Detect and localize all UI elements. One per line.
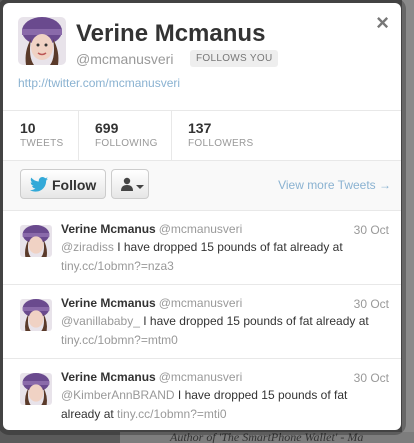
tweet-author-name: Verine Mcmanus [61,370,156,384]
profile-popup: × Verine Mcmanus @mcmanusveri FOLLOWS YO… [3,3,401,430]
avatar[interactable] [20,225,52,257]
tweet-author-name: Verine Mcmanus [61,222,156,236]
tweet-date[interactable]: 30 Oct [354,371,389,385]
profile-url-link[interactable]: http://twitter.com/mcmanusveri [18,76,180,90]
stat-following[interactable]: 699 FOLLOWING [95,120,158,149]
tweet-item[interactable]: Verine Mcmanus @mcmanusveri 30 Oct @vanil… [3,285,401,359]
tweet-author-name: Verine Mcmanus [61,296,156,310]
tweet-body: I have dropped 15 pounds of fat already … [113,240,343,254]
caret-down-icon [136,179,144,197]
tweet-date[interactable]: 30 Oct [354,223,389,237]
tweet-list: Verine Mcmanus @mcmanusveri 30 Oct @zirad… [3,211,401,430]
tweet-url-link[interactable]: tiny.cc/1obmn?=mti0 [117,407,227,421]
stat-tweets-label: TWEETS [20,138,64,149]
tweet-mention-link[interactable]: @KimberAnnBRAND [61,388,175,402]
tweet-item[interactable]: Verine Mcmanus @mcmanusveri 30 Oct @Kimbe… [3,359,401,430]
avatar[interactable] [20,373,52,405]
tweet-text: @ziradiss I have dropped 15 pounds of fa… [61,238,381,276]
user-icon [120,177,134,196]
twitter-bird-icon [30,177,48,197]
tweet-author[interactable]: Verine Mcmanus @mcmanusveri [61,222,242,236]
tweet-date[interactable]: 30 Oct [354,297,389,311]
tweet-author[interactable]: Verine Mcmanus @mcmanusveri [61,370,242,384]
tweet-mention-link[interactable]: @ziradiss [61,240,114,254]
tweet-text: @KimberAnnBRAND I have dropped 15 pounds… [61,386,381,424]
profile-header: Verine Mcmanus @mcmanusveri FOLLOWS YOU … [3,3,401,110]
tweet-url-link[interactable]: tiny.cc/1obmn?=mtm0 [61,333,178,347]
profile-handle[interactable]: @mcmanusveri [76,51,173,67]
follow-button[interactable]: Follow [20,169,106,199]
actions-bar: Follow View more Tweets → [3,161,401,211]
tweet-author[interactable]: Verine Mcmanus @mcmanusveri [61,296,242,310]
tweet-url-link[interactable]: tiny.cc/1obmn?=nza3 [61,259,174,273]
stat-followers[interactable]: 137 FOLLOWERS [188,120,254,149]
stat-followers-label: FOLLOWERS [188,138,254,149]
background-bottom-text: Author of 'The SmartPhone Wallet' - Ma [120,432,414,443]
tweet-author-handle: @mcmanusveri [158,222,243,236]
view-more-tweets-link[interactable]: View more Tweets → [278,178,391,192]
stat-tweets-count: 10 [20,120,36,136]
tweet-author-handle: @mcmanusveri [158,370,243,384]
stat-tweets[interactable]: 10 TWEETS [20,120,63,149]
stat-followers-count: 137 [188,120,212,136]
tweet-item[interactable]: Verine Mcmanus @mcmanusveri 30 Oct @zirad… [3,211,401,285]
divider [78,111,79,160]
user-actions-dropdown[interactable] [111,169,149,199]
follow-button-label: Follow [52,177,97,193]
avatar[interactable] [20,299,52,331]
profile-name: Verine Mcmanus [76,20,266,47]
avatar[interactable] [18,17,66,65]
background-strip [402,0,414,443]
divider [171,111,172,160]
stat-following-count: 699 [95,120,119,136]
tweet-text: @vanillababy_ I have dropped 15 pounds o… [61,312,381,350]
tweet-body: I have dropped 15 pounds of fat already … [139,314,369,328]
stat-following-label: FOLLOWING [95,138,158,149]
tweet-author-handle: @mcmanusveri [158,296,243,310]
tweet-mention-link[interactable]: @vanillababy_ [61,314,140,328]
stats-bar: 10 TWEETS 699 FOLLOWING 137 FOLLOWERS [3,110,401,161]
follows-you-badge: FOLLOWS YOU [190,50,279,67]
